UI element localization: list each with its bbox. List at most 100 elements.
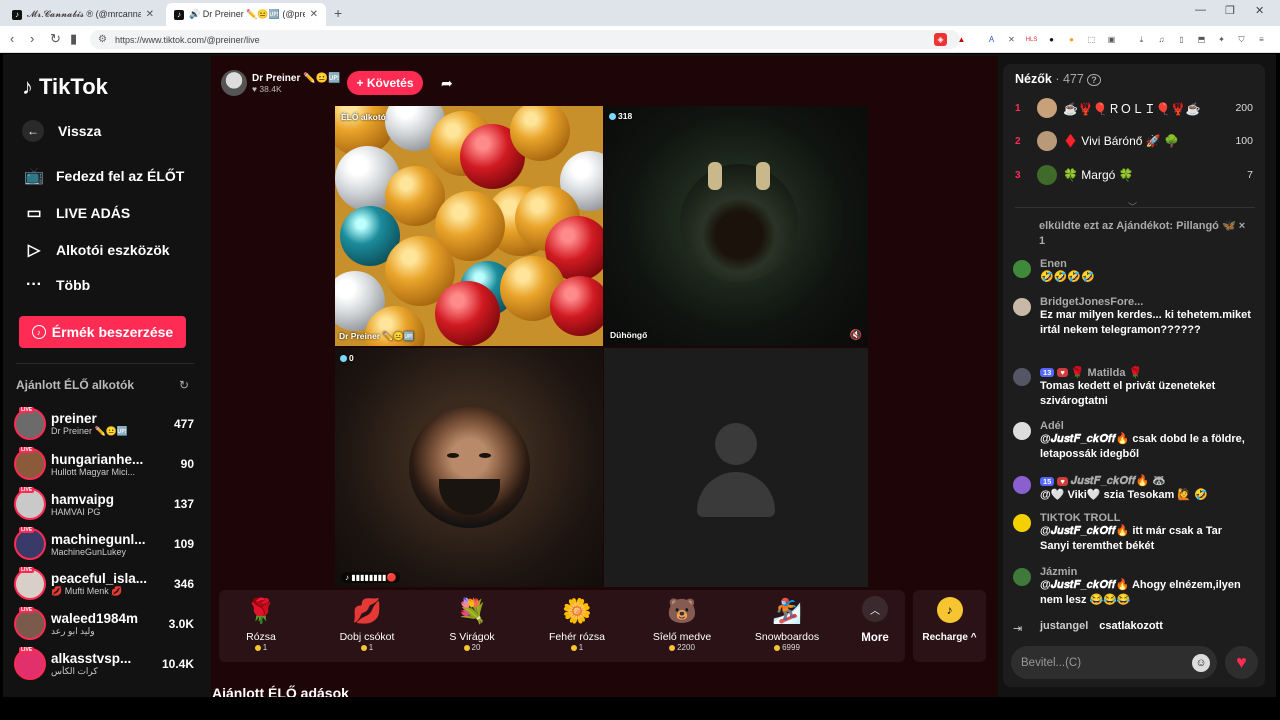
help-icon[interactable]: ? xyxy=(1087,74,1101,86)
avatar: LIVE xyxy=(14,567,46,600)
gift-name: Dobj csókot xyxy=(339,631,395,643)
avatar[interactable] xyxy=(1013,568,1031,586)
get-coins-label: Érmék beszerzése xyxy=(51,324,174,340)
restore-icon[interactable]: ❐ xyxy=(1225,4,1235,17)
tiktok-logo[interactable]: ♪ TikTok xyxy=(22,74,108,100)
gift-item[interactable]: 🌼 Fehér rózsa 1 xyxy=(532,596,622,653)
back-nav-icon[interactable]: ‹ xyxy=(10,31,14,46)
get-coins-button[interactable]: ♪ Érmék beszerzése xyxy=(19,316,186,348)
ranking-name: ☕🦞🎈ＲＯＬＩ🎈🦞☕ xyxy=(1063,101,1201,116)
message-user[interactable]: Jázmin xyxy=(1040,566,1253,578)
extension-color-icon[interactable]: ● xyxy=(1065,33,1078,46)
ranking-row[interactable]: 2 ♦️ Vivi Bárónő 🚀 🌳 100 xyxy=(1003,128,1265,154)
avatar[interactable] xyxy=(1013,368,1031,386)
music-icon[interactable]: ♫ xyxy=(1155,33,1168,46)
emoji-icon[interactable]: ☺ xyxy=(1192,654,1210,672)
vpn-icon[interactable]: ⛉ xyxy=(1235,33,1248,46)
extension-hls-icon[interactable]: HLS xyxy=(1025,33,1038,46)
message-user[interactable]: Adél xyxy=(1040,420,1253,432)
nav-more[interactable]: ··· Több xyxy=(24,276,90,294)
recommended-creator[interactable]: LIVE alkasstvsp... كرات الكأس 10.4K xyxy=(14,646,194,682)
tiktok-note-icon: ♪ xyxy=(22,74,33,99)
recommended-creator[interactable]: LIVE waleed1984m وليد ابو رعد 3.0K xyxy=(14,606,194,642)
gift-item[interactable]: 🌹 Rózsa 1 xyxy=(216,596,306,653)
ranking-row[interactable]: 3 🍀 Margó 🍀 7 xyxy=(1003,162,1265,188)
host-info[interactable]: Dr Preiner ✏️😐🆙 ♥ 38.4K xyxy=(221,70,341,96)
address-bar-row: ‹ › ↻ ▮ ⚙ https://www.tiktok.com/@preine… xyxy=(0,26,1280,53)
viewer-count: 137 xyxy=(173,497,194,511)
recharge-button[interactable]: ♪ Recharge ^ xyxy=(913,590,986,662)
multi-guest-video[interactable]: ÉLŐ alkotó Dr Preiner ✏️😐🆙 318 Dühöngő 🔇 xyxy=(335,106,868,587)
video-cell-guest[interactable]: 0 ♪ ▮▮▮▮▮▮▮▮🔴 xyxy=(335,348,603,587)
nav-go-live[interactable]: ▭ LIVE ADÁS xyxy=(24,203,130,223)
reload-icon[interactable]: ↻ xyxy=(50,31,61,47)
bookmark-icon[interactable]: ▮ xyxy=(70,31,77,47)
ranking-row[interactable]: 1 ☕🦞🎈ＲＯＬＩ🎈🦞☕ 200 xyxy=(1003,95,1265,121)
message-user[interactable]: 🌹 Matilda 🌹 xyxy=(1071,366,1142,379)
gift-item[interactable]: 💋 Dobj csókot 1 xyxy=(322,596,412,653)
extension-shield-icon[interactable]: ◈ xyxy=(934,33,947,46)
video-cell-host[interactable]: ÉLŐ alkotó Dr Preiner ✏️😐🆙 xyxy=(335,106,603,346)
video-cell-guest[interactable]: 318 Dühöngő 🔇 xyxy=(604,106,868,346)
avatar[interactable] xyxy=(1013,514,1031,532)
recommended-creator[interactable]: LIVE hamvaipg HAMVAI PG 137 xyxy=(14,486,194,522)
close-tab-icon[interactable]: ✕ xyxy=(310,9,318,20)
chat-input[interactable]: Bevitel...(C) xyxy=(1011,646,1217,679)
extension-triangle-icon[interactable]: ▲ xyxy=(955,33,968,46)
forward-nav-icon[interactable]: › xyxy=(30,31,34,46)
gift-item[interactable]: 🏂 Snowboardos 6999 xyxy=(742,596,832,653)
message-user[interactable]: 𝑱𝒖𝒔𝒕𝑭_𝒄𝒌𝑶𝒇𝒇🔥 🦝 xyxy=(1071,474,1166,488)
ornament xyxy=(550,276,603,336)
close-tab-icon[interactable]: ✕ xyxy=(146,9,154,20)
ranking-score: 7 xyxy=(1247,169,1253,181)
back-button[interactable]: ← Vissza xyxy=(22,120,101,142)
share-icon[interactable]: ➦ xyxy=(441,75,453,92)
message-user[interactable]: justangel⁣⁣⁣ xyxy=(1040,620,1088,632)
extension-box-icon[interactable]: ▣ xyxy=(1105,33,1118,46)
more-gifts-button[interactable]: ︿ More xyxy=(853,596,897,644)
chat-panel: Nézők · 477 ? 1 ☕🦞🎈ＲＯＬＩ🎈🦞☕ 200 2 ♦️ Vivi… xyxy=(1003,64,1265,687)
minimize-icon[interactable]: — xyxy=(1195,4,1206,16)
browser-menu-icon[interactable]: ≡ xyxy=(1255,33,1268,46)
site-info-icon[interactable]: ⚙ xyxy=(98,34,107,45)
avatar[interactable] xyxy=(1013,476,1031,494)
new-tab-button[interactable]: + xyxy=(334,5,342,21)
gift-price: 1 xyxy=(532,643,622,652)
avatar[interactable] xyxy=(1013,298,1031,316)
gift-item[interactable]: 🐻 Sîelő medve 2200 xyxy=(637,596,727,653)
message-user[interactable]: TIKTOK TROLL xyxy=(1040,512,1253,524)
browser-tab[interactable]: ♪ 𝓜𝓻.𝓒𝓪𝓷𝓷𝓪𝓫𝓲𝓼 ® (@mrcanna... ✕ xyxy=(4,3,162,26)
recommended-creator[interactable]: LIVE hungarianhe... Hullott Magyar Mici..… xyxy=(14,446,194,482)
extension-x-icon[interactable]: ✕ xyxy=(1005,33,1018,46)
avatar: LIVE xyxy=(14,647,46,680)
nav-creator-tools[interactable]: ▷ Alkotói eszközök xyxy=(24,240,170,260)
screenshot-icon[interactable]: ⬒ xyxy=(1195,33,1208,46)
gift-item[interactable]: 💐 S Virágok 20 xyxy=(427,596,517,653)
message-user[interactable]: Enen xyxy=(1040,258,1253,270)
close-window-icon[interactable]: ✕ xyxy=(1255,4,1264,17)
nav-explore-live[interactable]: 📺 Fedezd fel az ÉLŐT xyxy=(24,166,184,186)
avatar[interactable] xyxy=(1013,422,1031,440)
download-icon[interactable]: ⤓ xyxy=(1135,33,1148,46)
avatar[interactable] xyxy=(1013,260,1031,278)
sidebar-toggle-icon[interactable]: ▯ xyxy=(1175,33,1188,46)
message-user-row: 15 ♥ 𝑱𝒖𝒔𝒕𝑭_𝒄𝒌𝑶𝒇𝒇🔥 🦝 xyxy=(1040,474,1253,488)
live-badge: LIVE xyxy=(19,647,35,653)
video-cell-empty[interactable] xyxy=(604,348,868,587)
eye xyxy=(447,453,459,458)
chat-message: 15 ♥ 𝑱𝒖𝒔𝒕𝑭_𝒄𝒌𝑶𝒇𝒇🔥 🦝 @🤍 Viki🤍 szia Tesoka… xyxy=(1013,474,1253,503)
like-heart-icon[interactable]: ♥ xyxy=(1225,646,1258,679)
recommended-creator[interactable]: LIVE machinegunl... MachineGunLukey 109 xyxy=(14,526,194,562)
browser-tab-active[interactable]: ♪ 🔊 Dr Preiner ✏️😐🆙 (@preine... ✕ xyxy=(166,3,326,26)
extension-ghost-icon[interactable]: ● xyxy=(1045,33,1058,46)
follow-button[interactable]: + Követés xyxy=(347,71,423,95)
ai-icon[interactable]: ✦ xyxy=(1215,33,1228,46)
translate-icon[interactable]: A xyxy=(985,33,998,46)
recommended-creator[interactable]: LIVE preiner Dr Preiner ✏️😐🆙 477 xyxy=(14,406,194,442)
extension-puzzle-icon[interactable]: ⬚ xyxy=(1085,33,1098,46)
recommended-creator[interactable]: LIVE peaceful_isla... 💋 Mufti Menk 💋 346 xyxy=(14,566,194,602)
message-user[interactable]: ⁣⁣BridgetJonesFore... xyxy=(1040,296,1253,308)
refresh-icon[interactable]: ↻ xyxy=(179,378,189,392)
url-field[interactable]: ⚙ https://www.tiktok.com/@preiner/live xyxy=(90,30,960,49)
live-badge: LIVE xyxy=(19,407,35,413)
